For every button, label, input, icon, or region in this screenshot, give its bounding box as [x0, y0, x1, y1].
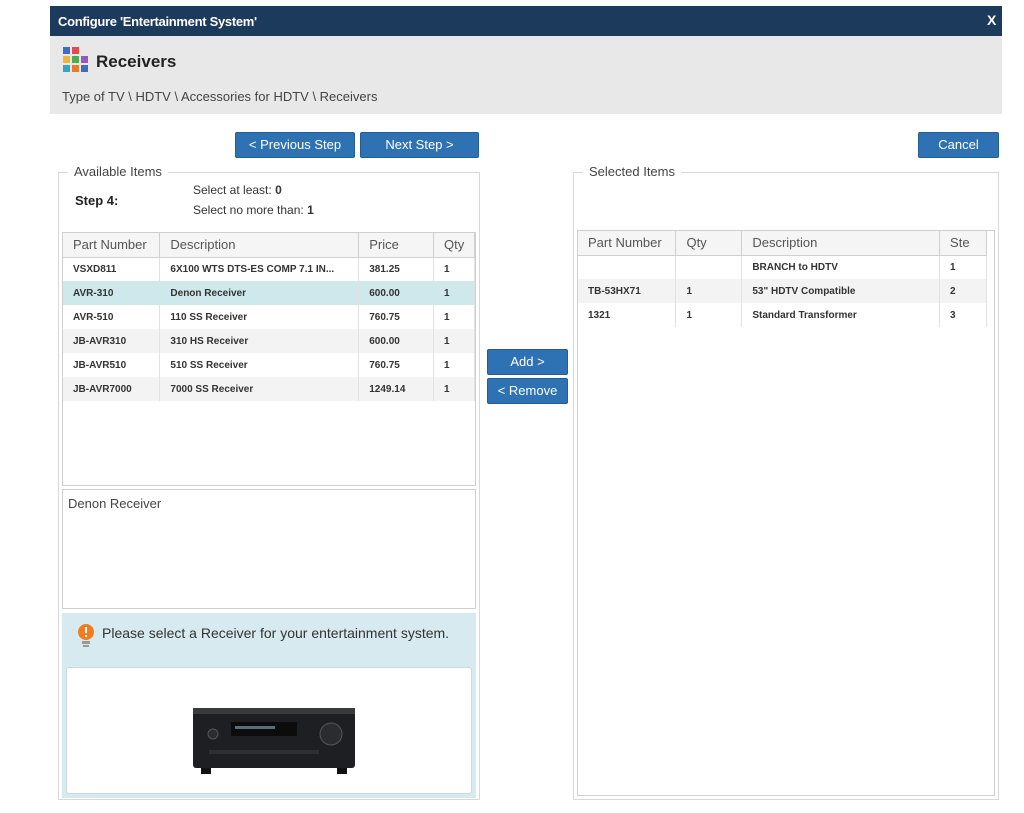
table-cell: 381.25	[358, 257, 435, 281]
available-items-legend: Available Items	[68, 164, 168, 179]
table-cell: 600.00	[358, 329, 435, 353]
remove-button[interactable]: < Remove	[487, 378, 568, 404]
table-cell: BRANCH to HDTV	[741, 255, 941, 279]
table-cell: 1	[675, 303, 743, 327]
table-cell: 110 SS Receiver	[159, 305, 360, 329]
close-icon[interactable]: X	[987, 12, 996, 28]
column-header[interactable]: Description	[741, 231, 941, 256]
table-cell: 510 SS Receiver	[159, 353, 360, 377]
table-cell: 1321	[578, 303, 677, 327]
table-cell: Denon Receiver	[159, 281, 360, 305]
table-row[interactable]: JB-AVR510 510 SS Receiver 760.75 1	[63, 353, 475, 377]
table-cell: 310 HS Receiver	[159, 329, 360, 353]
table-cell: Standard Transformer	[741, 303, 941, 327]
table-cell: 600.00	[358, 281, 435, 305]
column-header[interactable]: Ste	[939, 231, 987, 256]
column-header[interactable]: Part Number	[578, 231, 677, 256]
max-rule: Select no more than: 1	[193, 203, 314, 217]
window-title-bar: Configure 'Entertainment System' X	[50, 6, 1002, 36]
product-image-area	[66, 667, 472, 794]
table-row[interactable]: JB-AVR7000 7000 SS Receiver 1249.14 1	[63, 377, 475, 401]
table-cell: 2	[939, 279, 987, 303]
add-button[interactable]: Add >	[487, 349, 568, 375]
table-cell: 1	[433, 305, 475, 329]
table-cell: 7000 SS Receiver	[159, 377, 360, 401]
page-header: Receivers Type of TV \ HDTV \ Accessorie…	[50, 36, 1002, 114]
selected-items-table[interactable]: Part Number Qty Description Ste BRANCH to H…	[578, 231, 987, 327]
step-label: Step 4:	[75, 193, 119, 208]
table-cell: 760.75	[358, 353, 435, 377]
table-cell: 1	[939, 255, 987, 279]
table-row[interactable]: 1321 1 Standard Transformer 3	[578, 303, 987, 327]
table-cell	[578, 255, 677, 279]
table-row[interactable]: TB-53HX71 1 53" HDTV Compatible 2	[578, 279, 987, 303]
table-cell: 1	[433, 257, 475, 281]
window-title: Configure 'Entertainment System'	[58, 14, 257, 29]
table-row[interactable]: BRANCH to HDTV 1	[578, 255, 987, 279]
components-icon	[63, 47, 88, 72]
table-cell: 1	[433, 377, 475, 401]
table-cell: 1	[433, 353, 475, 377]
min-rule: Select at least: 0	[193, 183, 282, 197]
notice-message: Please select a Receiver for your entert…	[102, 625, 450, 641]
column-header[interactable]: Part Number	[63, 233, 161, 258]
previous-step-button[interactable]: < Previous Step	[235, 132, 355, 158]
table-cell: AVR-310	[63, 281, 161, 305]
table-cell: 1249.14	[358, 377, 435, 401]
column-header[interactable]: Price	[358, 233, 435, 258]
table-cell: JB-AVR510	[63, 353, 161, 377]
column-header[interactable]: Qty	[433, 233, 475, 258]
item-detail-box: Denon Receiver	[62, 489, 476, 609]
table-row[interactable]: AVR-310 Denon Receiver 600.00 1	[63, 281, 475, 305]
available-items-table[interactable]: Part Number Description Price Qty VSXD811 6X…	[63, 233, 475, 401]
table-cell: AVR-510	[63, 305, 161, 329]
selected-items-legend: Selected Items	[583, 164, 681, 179]
breadcrumb: Type of TV \ HDTV \ Accessories for HDTV…	[62, 89, 378, 104]
lightbulb-icon	[78, 624, 94, 647]
receiver-image	[193, 708, 355, 774]
table-cell: VSXD811	[63, 257, 161, 281]
table-row[interactable]: JB-AVR310 310 HS Receiver 600.00 1	[63, 329, 475, 353]
table-row[interactable]: VSXD811 6X100 WTS DTS-ES COMP 7.1 IN... 38…	[63, 257, 475, 281]
table-cell: 6X100 WTS DTS-ES COMP 7.1 IN...	[159, 257, 360, 281]
table-row[interactable]: AVR-510 110 SS Receiver 760.75 1	[63, 305, 475, 329]
cancel-button[interactable]: Cancel	[918, 132, 999, 158]
table-cell	[675, 255, 743, 279]
next-step-button[interactable]: Next Step >	[360, 132, 479, 158]
table-cell: JB-AVR7000	[63, 377, 161, 401]
column-header[interactable]: Qty	[675, 231, 743, 256]
table-cell: TB-53HX71	[578, 279, 677, 303]
table-cell: 1	[433, 281, 475, 305]
notice-panel: Please select a Receiver for your entert…	[62, 613, 476, 798]
page-title: Receivers	[96, 52, 177, 71]
item-detail-text: Denon Receiver	[68, 496, 162, 511]
table-cell: 1	[675, 279, 743, 303]
table-cell: 1	[433, 329, 475, 353]
table-cell: 53" HDTV Compatible	[741, 279, 941, 303]
column-header[interactable]: Description	[159, 233, 360, 258]
table-cell: 3	[939, 303, 987, 327]
table-cell: JB-AVR310	[63, 329, 161, 353]
table-cell: 760.75	[358, 305, 435, 329]
